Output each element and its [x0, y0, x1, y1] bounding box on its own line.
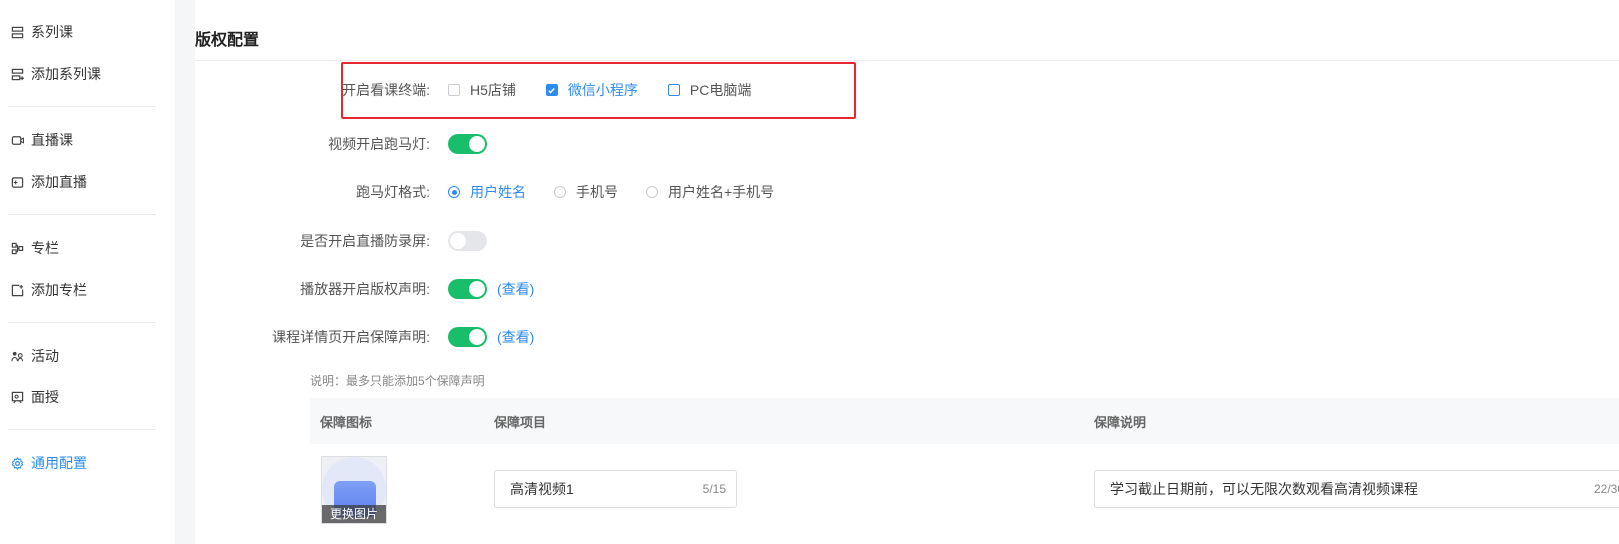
- option-label: 用户姓名: [470, 184, 526, 200]
- sidebar-item-classroom[interactable]: 面授: [10, 385, 59, 409]
- checkbox[interactable]: [448, 84, 460, 96]
- sidebar-item-add-column[interactable]: 添加专栏: [10, 278, 87, 302]
- main-panel: 版权配置 开启看课终端: H5店铺 微信小程序 PC电脑端 视频开启跑马灯: 跑…: [195, 0, 1619, 544]
- anti-record-switch[interactable]: [448, 231, 487, 251]
- view-link[interactable]: (查看): [497, 327, 534, 347]
- sidebar-divider: [8, 106, 156, 107]
- switch-knob: [469, 281, 485, 297]
- char-counter: 5/15: [702, 482, 726, 496]
- option-label: PC电脑端: [689, 82, 752, 98]
- sidebar-divider: [8, 322, 156, 323]
- sidebar-item-label: 活动: [31, 348, 59, 364]
- terminal-option-pc[interactable]: PC电脑端: [667, 80, 752, 100]
- page-title: 版权配置: [195, 32, 260, 49]
- terminal-option-wechat[interactable]: 微信小程序: [545, 80, 638, 100]
- list-add-icon: [10, 67, 24, 81]
- layout-gutter: [175, 0, 195, 544]
- detail-guarantee-switch[interactable]: [448, 327, 487, 347]
- video-icon: [10, 133, 24, 147]
- checkbox[interactable]: [667, 84, 680, 96]
- terminal-row: 开启看课终端: H5店铺 微信小程序 PC电脑端: [195, 76, 1619, 104]
- format-option-name-phone[interactable]: 用户姓名+手机号: [646, 182, 774, 202]
- classroom-icon: [10, 390, 24, 404]
- char-counter: 22/30: [1593, 482, 1619, 496]
- sidebar-item-label: 面授: [31, 389, 59, 405]
- format-option-phone[interactable]: 手机号: [554, 182, 618, 202]
- column-header-desc: 保障说明: [1094, 414, 1147, 430]
- activity-icon: [10, 349, 24, 363]
- sidebar-item-label: 添加系列课: [31, 66, 101, 82]
- sidebar-item-label: 添加专栏: [31, 282, 87, 298]
- player-copyright-switch[interactable]: [448, 279, 487, 299]
- option-label: 手机号: [576, 184, 618, 200]
- column-header-item: 保障项目: [494, 414, 547, 430]
- marquee-switch[interactable]: [448, 134, 487, 154]
- sidebar-item-column[interactable]: 专栏: [10, 236, 59, 260]
- sidebar-divider: [8, 429, 156, 430]
- sidebar-item-live[interactable]: 直播课: [10, 128, 73, 152]
- sidebar-item-label: 专栏: [31, 240, 59, 256]
- format-option-name[interactable]: 用户姓名: [448, 182, 526, 202]
- switch-knob: [469, 136, 485, 152]
- sidebar: 系列课 添加系列课 直播课 添加直播 专栏 添加专栏 活动 面授 通用配置: [0, 0, 175, 544]
- sidebar-item-label: 直播课: [31, 132, 73, 148]
- sidebar-item-general-config[interactable]: 通用配置: [10, 451, 87, 475]
- detail-guarantee-row: 课程详情页开启保障声明: (查看): [195, 323, 1619, 351]
- switch-knob: [450, 233, 466, 249]
- column-header-icon: 保障图标: [320, 414, 373, 430]
- guarantee-desc-input[interactable]: 学习截止日期前，可以无限次数观看高清视频课程 22/30: [1094, 470, 1619, 508]
- sidebar-item-label: 通用配置: [31, 455, 87, 471]
- player-copyright-label: 播放器开启版权声明:: [300, 281, 430, 297]
- option-label: 微信小程序: [567, 82, 638, 98]
- detail-guarantee-label: 课程详情页开启保障声明:: [272, 329, 430, 345]
- sidebar-item-add-series[interactable]: 添加系列课: [10, 62, 101, 86]
- anti-record-row: 是否开启直播防录屏:: [195, 227, 1619, 255]
- option-label: H5店铺: [470, 82, 516, 98]
- sidebar-item-label: 添加直播: [31, 174, 87, 190]
- sidebar-divider: [8, 214, 156, 215]
- title-divider: [195, 60, 1619, 61]
- radio-selected[interactable]: [448, 186, 460, 198]
- option-label: 用户姓名+手机号: [668, 184, 775, 200]
- player-copyright-row: 播放器开启版权声明: (查看): [195, 275, 1619, 303]
- input-value: 高清视频1: [510, 481, 574, 497]
- column-add-icon: [10, 283, 24, 297]
- input-value: 学习截止日期前，可以无限次数观看高清视频课程: [1110, 481, 1418, 497]
- gear-icon: [10, 456, 24, 470]
- guarantee-table-header: 保障图标 保障项目 保障说明: [310, 398, 1619, 444]
- marquee-format-row: 跑马灯格式: 用户姓名 手机号 用户姓名+手机号: [195, 178, 1619, 206]
- sidebar-item-add-live[interactable]: 添加直播: [10, 170, 87, 194]
- anti-record-label: 是否开启直播防录屏:: [300, 233, 430, 249]
- checkbox-checked[interactable]: [545, 84, 558, 96]
- change-image-button[interactable]: 更换图片: [322, 505, 386, 523]
- marquee-format-label: 跑马灯格式:: [356, 184, 430, 200]
- marquee-label: 视频开启跑马灯:: [328, 136, 430, 152]
- terminal-option-h5[interactable]: H5店铺: [448, 80, 516, 100]
- terminal-label: 开启看课终端:: [342, 82, 430, 98]
- column-icon: [10, 241, 24, 255]
- list-icon: [10, 25, 24, 39]
- radio[interactable]: [646, 186, 658, 198]
- video-add-icon: [10, 175, 24, 189]
- sidebar-item-activity[interactable]: 活动: [10, 344, 59, 368]
- guarantee-note: 说明：最多只能添加5个保障声明: [310, 374, 485, 388]
- guarantee-item-input[interactable]: 高清视频1 5/15: [494, 470, 737, 508]
- switch-knob: [469, 329, 485, 345]
- view-link[interactable]: (查看): [497, 279, 534, 299]
- sidebar-item-label: 系列课: [31, 24, 73, 40]
- sidebar-item-series[interactable]: 系列课: [10, 20, 73, 44]
- radio[interactable]: [554, 186, 566, 198]
- marquee-row: 视频开启跑马灯:: [195, 130, 1619, 158]
- guarantee-icon-image[interactable]: 更换图片: [321, 456, 387, 524]
